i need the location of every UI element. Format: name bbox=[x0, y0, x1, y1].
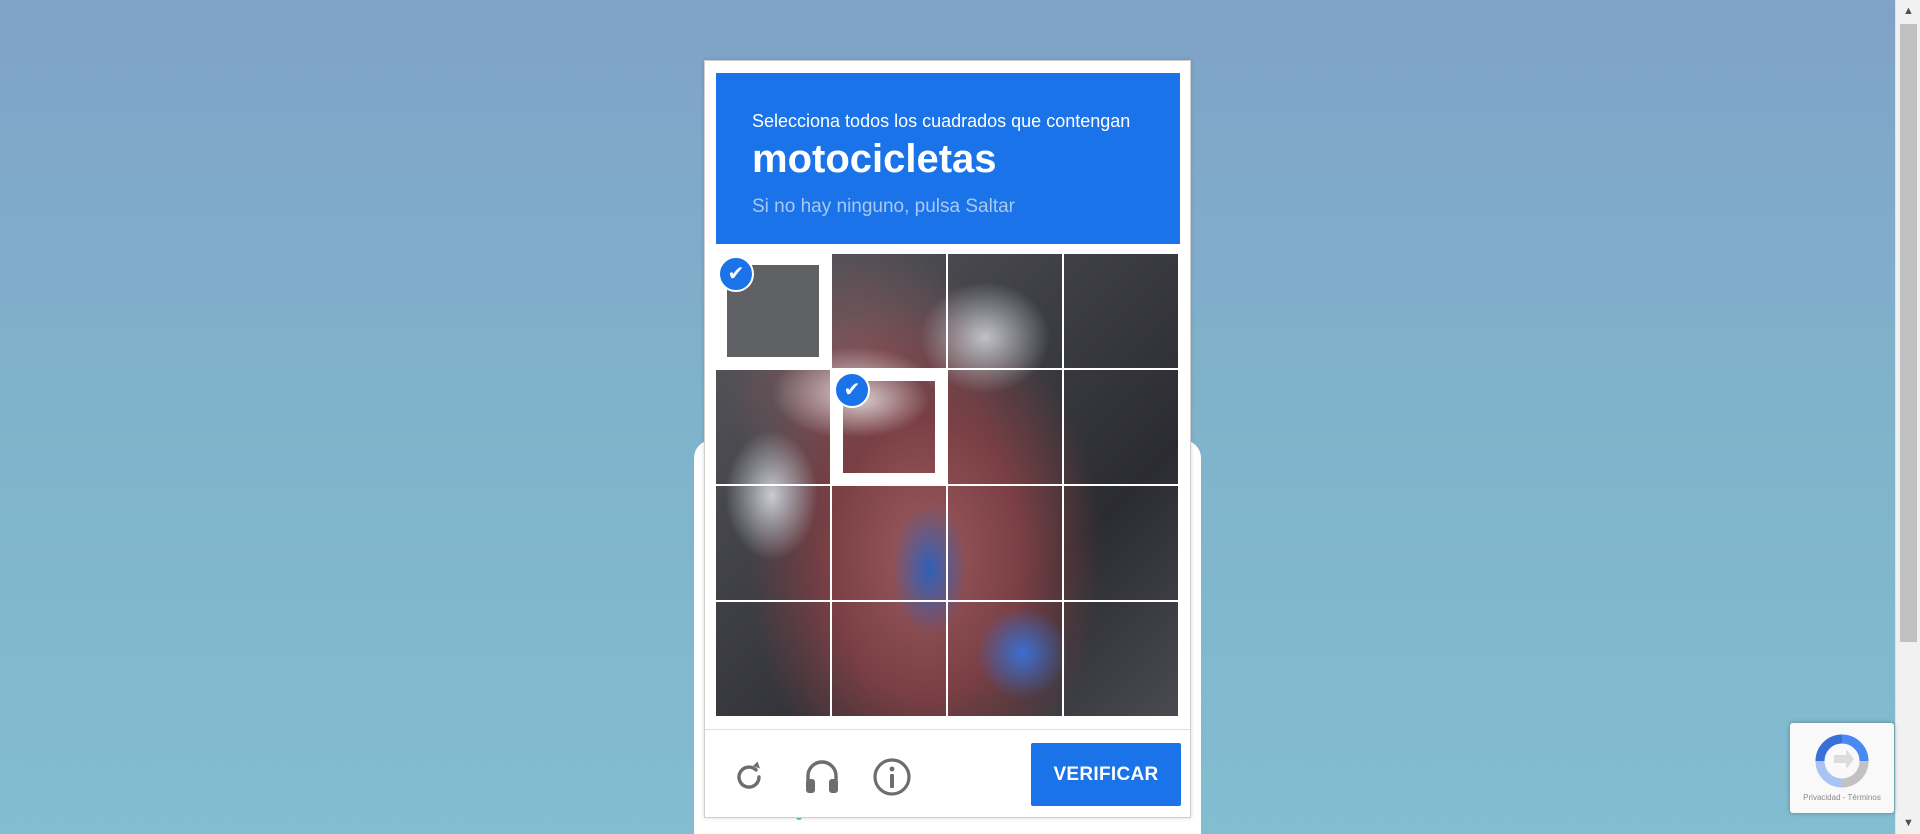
grid-tile[interactable] bbox=[1064, 254, 1178, 368]
captcha-dialog: Selecciona todos los cuadrados que conte… bbox=[704, 60, 1192, 818]
recaptcha-badge[interactable]: Privacidad - Términos bbox=[1790, 723, 1894, 813]
tile-image bbox=[832, 486, 946, 600]
grid-tile[interactable]: ✔ bbox=[716, 254, 830, 368]
grid-tile[interactable] bbox=[832, 602, 946, 716]
reload-button[interactable] bbox=[727, 755, 771, 799]
grid-tile[interactable]: ✔ bbox=[832, 370, 946, 484]
grid-tile[interactable] bbox=[1064, 486, 1178, 600]
footer-divider bbox=[705, 729, 1192, 730]
grid-tile[interactable] bbox=[948, 602, 1062, 716]
recaptcha-logo-icon bbox=[1815, 734, 1869, 788]
checkmark-icon: ✔ bbox=[834, 372, 870, 408]
tile-image bbox=[948, 370, 1062, 484]
grid-tile[interactable] bbox=[716, 486, 830, 600]
scroll-thumb[interactable] bbox=[1900, 24, 1917, 642]
grid-tile[interactable] bbox=[716, 370, 830, 484]
grid-tile[interactable] bbox=[1064, 370, 1178, 484]
tile-image bbox=[948, 254, 1062, 368]
grid-tile[interactable] bbox=[1064, 602, 1178, 716]
reload-icon bbox=[737, 761, 761, 789]
tile-image bbox=[948, 486, 1062, 600]
tile-image bbox=[1064, 254, 1178, 368]
grid-tile[interactable] bbox=[948, 254, 1062, 368]
tile-image bbox=[948, 602, 1062, 716]
badge-terms[interactable]: Privacidad - Términos bbox=[1790, 793, 1894, 802]
tile-image bbox=[716, 486, 830, 600]
grid-tile[interactable] bbox=[832, 254, 946, 368]
tile-image bbox=[716, 602, 830, 716]
challenge-instruction: Selecciona todos los cuadrados que conte… bbox=[752, 111, 1131, 131]
image-grid: ✔ ✔ bbox=[716, 254, 1181, 719]
headphones-icon bbox=[806, 760, 838, 793]
grid-tile[interactable] bbox=[832, 486, 946, 600]
tile-image bbox=[832, 602, 946, 716]
grid-tile[interactable] bbox=[948, 370, 1062, 484]
grid-tile[interactable] bbox=[948, 486, 1062, 600]
tile-image bbox=[1064, 486, 1178, 600]
info-icon bbox=[873, 758, 911, 796]
checkmark-icon: ✔ bbox=[718, 256, 754, 292]
tile-image bbox=[1064, 370, 1178, 484]
tile-image bbox=[1064, 602, 1178, 716]
tile-image bbox=[716, 370, 830, 484]
grid-tile[interactable] bbox=[716, 602, 830, 716]
verify-button[interactable]: VERIFICAR bbox=[1031, 743, 1181, 806]
challenge-hint: Si no hay ninguno, pulsa Saltar bbox=[752, 196, 1016, 217]
page-scrollbar[interactable]: ▲ ▼ bbox=[1895, 0, 1920, 834]
challenge-header: Selecciona todos los cuadrados que conte… bbox=[716, 73, 1180, 244]
tile-image bbox=[832, 254, 946, 368]
scroll-up-arrow-icon[interactable]: ▲ bbox=[1896, 0, 1920, 22]
info-button[interactable] bbox=[870, 755, 914, 799]
scroll-down-arrow-icon[interactable]: ▼ bbox=[1896, 812, 1920, 834]
audio-challenge-button[interactable] bbox=[800, 755, 844, 799]
challenge-target: motocicletas bbox=[752, 137, 997, 181]
